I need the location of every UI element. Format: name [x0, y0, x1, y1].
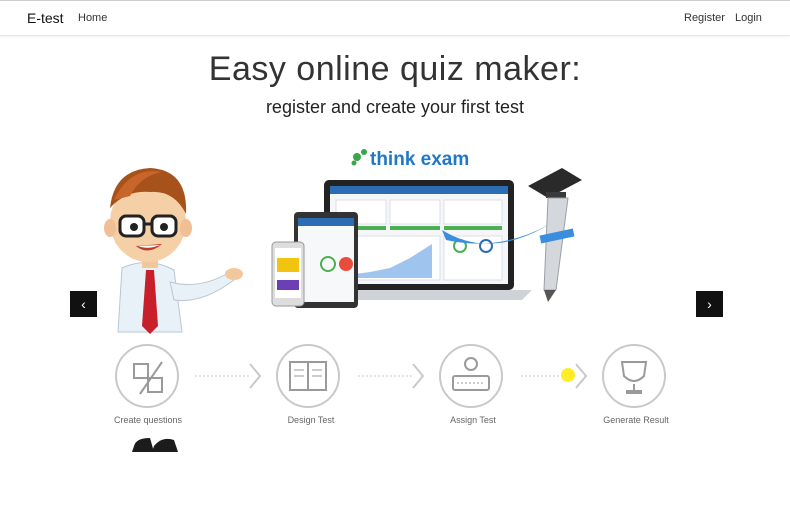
- nav-register-link[interactable]: Register: [684, 12, 725, 24]
- step-label-design-test: Design Test: [287, 415, 335, 425]
- graduation-pen-icon: [528, 168, 582, 302]
- hero-subtitle: register and create your first test: [265, 97, 525, 117]
- brand-link[interactable]: E-test: [27, 10, 64, 26]
- process-steps: [115, 344, 666, 408]
- step-generate-result: [602, 344, 666, 408]
- nav-home-link[interactable]: Home: [78, 12, 107, 24]
- think-exam-logo-icon: [351, 149, 367, 166]
- mouse-cursor-highlight: [561, 368, 575, 382]
- hero-title: Easy online quiz maker:: [208, 50, 582, 88]
- cartoon-teacher-icon: [104, 168, 243, 452]
- devices-illustration: [271, 180, 550, 308]
- step-label-create-questions: Create questions: [113, 415, 183, 425]
- step-design-test: [276, 344, 340, 408]
- step-label-assign-test: Assign Test: [450, 415, 496, 425]
- navbar: E-test Home Register Login: [0, 1, 790, 36]
- carousel-next-button[interactable]: ›: [696, 291, 723, 317]
- nav-login-link[interactable]: Login: [735, 12, 762, 24]
- carousel-prev-button[interactable]: ‹: [70, 291, 97, 317]
- step-assign-test: [439, 344, 503, 408]
- step-create-questions: [115, 344, 179, 408]
- step-label-generate-result: Generate Result: [603, 415, 669, 425]
- logo-text: think exam: [370, 149, 469, 170]
